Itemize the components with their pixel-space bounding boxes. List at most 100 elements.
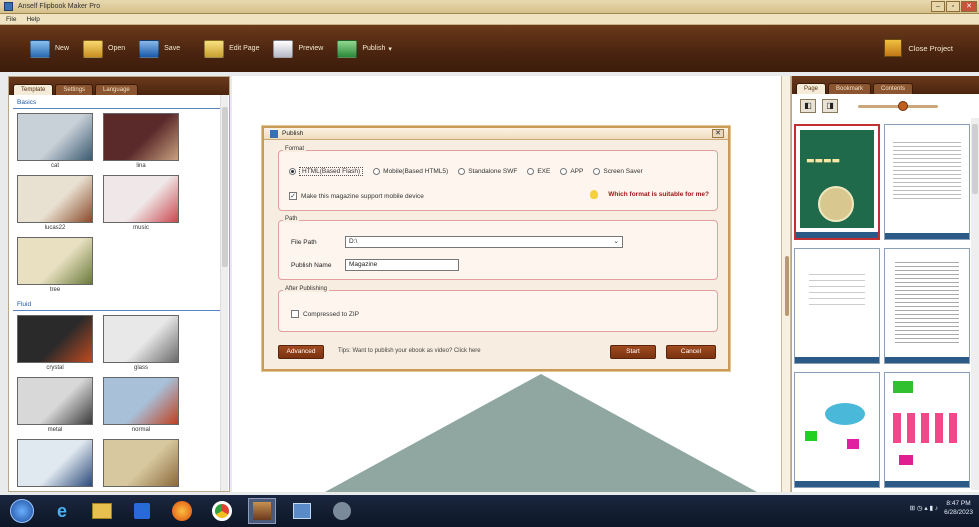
preview-label: Preview [298,45,324,52]
page-thumb-2[interactable] [884,124,970,240]
zoom-slider[interactable] [858,100,938,111]
maximize-button[interactable]: ▫ [946,1,960,12]
taskbar-app3[interactable] [328,498,356,524]
edit-page-button[interactable]: Edit Page [204,39,259,58]
advanced-button[interactable]: Advanced [278,345,324,359]
tab-language[interactable]: Language [95,84,138,95]
radio-button[interactable] [560,168,568,175]
taskbar-firefox[interactable] [168,498,196,524]
save-label: Save [164,45,181,52]
section1-template-3[interactable]: music [103,175,179,231]
radio-button[interactable] [458,168,466,175]
taskbar-flipbook[interactable] [248,498,276,524]
chevron-down-icon[interactable]: ⌄ [614,237,619,247]
radio-button[interactable] [593,168,601,175]
page-thumb-5[interactable] [794,372,880,488]
dialog-titlebar: Publish [264,128,728,140]
left-scroll-thumb[interactable] [222,107,228,267]
format-help-link[interactable]: Which format is suitable for me? [608,191,709,198]
template-name: lucas22 [44,225,66,231]
tab-contents[interactable]: Contents [873,83,914,94]
title-bar: Anself Flipbook Maker Pro – ▫ ✕ [0,0,979,14]
format-option-2[interactable]: Standalone SWF [458,168,517,175]
menu-file[interactable]: File [6,16,16,23]
save-button[interactable]: Save [139,39,181,58]
close-window-button[interactable]: ✕ [961,1,977,12]
close-project-button[interactable]: Close Project [884,39,953,57]
page-thumb-1[interactable]: ▬▬▬▬ [794,124,880,240]
section2-template-1[interactable]: glass [103,315,179,371]
section1-template-4[interactable]: tree [17,237,93,293]
page-footer [796,232,878,238]
section1-template-0[interactable]: cat [17,113,93,169]
double-page-button[interactable]: ◨ [822,99,838,113]
right-scrollbar[interactable] [971,118,979,490]
clock-time: 8:47 PM [946,500,971,507]
tray-icons[interactable]: ⊞ ◷ ▴ ▮ ♪ [910,504,938,512]
page-text [895,259,959,345]
publish-name-input[interactable]: Magazine [345,259,459,271]
file-path-value: D:\ [349,238,358,245]
tab-bookmark[interactable]: Bookmark [828,83,872,94]
radio-button[interactable] [527,168,535,175]
file-path-label: File Path [291,239,317,246]
publish-dropdown-icon[interactable]: ▾ [388,45,392,53]
format-option-0[interactable]: HTML(Based Flash) [289,167,364,176]
left-scrollbar[interactable] [220,95,228,491]
format-option-3[interactable]: EXE [527,168,550,175]
format-option-5[interactable]: Screen Saver [593,168,643,175]
menu-help[interactable]: Help [26,16,39,23]
tab-template[interactable]: Template [13,84,54,95]
section2-template-3[interactable]: normal [103,377,179,433]
compress-zip-checkbox[interactable] [291,310,299,318]
format-option-4[interactable]: APP [560,168,583,175]
format-option-1[interactable]: Mobile(Based HTML5) [373,168,448,175]
taskbar-app2[interactable] [288,498,316,524]
taskbar-media[interactable] [128,498,156,524]
clock[interactable]: 8:47 PM 6/28/2023 [944,499,973,517]
taskbar-ie[interactable]: e [48,498,76,524]
lightbulb-icon [590,190,599,199]
radio-button[interactable] [289,168,296,175]
section1-template-1[interactable]: lina [103,113,179,169]
format-label: Screen Saver [603,168,643,175]
start-button[interactable]: Start [610,345,656,359]
dialog-title: Publish [282,130,304,137]
right-scroll-thumb[interactable] [972,124,978,194]
file-path-input[interactable]: D:\ ⌄ [345,236,623,248]
publish-button[interactable]: Publish ▾ [337,39,392,58]
tab-page[interactable]: Page [796,83,827,94]
compress-row[interactable]: Compressed to ZIP [291,310,359,318]
preview-button[interactable]: Preview [273,39,324,58]
template-grid-fluid: crystal glass metal normal [9,311,229,493]
section2-template-2[interactable]: metal [17,377,93,433]
open-folder-icon [83,39,104,58]
zoom-slider-knob[interactable] [898,100,908,111]
single-page-button[interactable]: ◧ [800,99,816,113]
taskbar-chrome[interactable] [208,498,236,524]
dialog-close-button[interactable]: ✕ [712,129,724,138]
start-button[interactable] [8,498,36,524]
radio-button[interactable] [373,168,381,175]
page-thumb-6[interactable] [884,372,970,488]
mobile-support-row[interactable]: ✓ Make this magazine support mobile devi… [289,192,424,200]
video-tip-link[interactable]: Tips: Want to publish your ebook as vide… [338,348,481,354]
section2-template-4[interactable] [17,439,93,489]
splitter-grip[interactable] [785,256,789,316]
page-thumb-3[interactable] [794,248,880,364]
panel-splitter[interactable] [781,76,791,492]
section2-template-0[interactable]: crystal [17,315,93,371]
taskbar-explorer[interactable] [88,498,116,524]
clock-date: 6/28/2023 [944,509,973,516]
minimize-button[interactable]: – [931,1,945,12]
new-button[interactable]: New [30,39,69,58]
open-button[interactable]: Open [83,39,125,58]
section2-template-5[interactable] [103,439,179,489]
cancel-button[interactable]: Cancel [666,345,716,359]
mobile-support-label: Make this magazine support mobile device [301,192,424,200]
tab-settings[interactable]: Settings [55,84,94,95]
section1-template-2[interactable]: lucas22 [17,175,93,231]
mobile-support-checkbox[interactable]: ✓ [289,192,297,200]
help-link-row[interactable]: Which format is suitable for me? [590,190,709,199]
page-thumb-4[interactable] [884,248,970,364]
